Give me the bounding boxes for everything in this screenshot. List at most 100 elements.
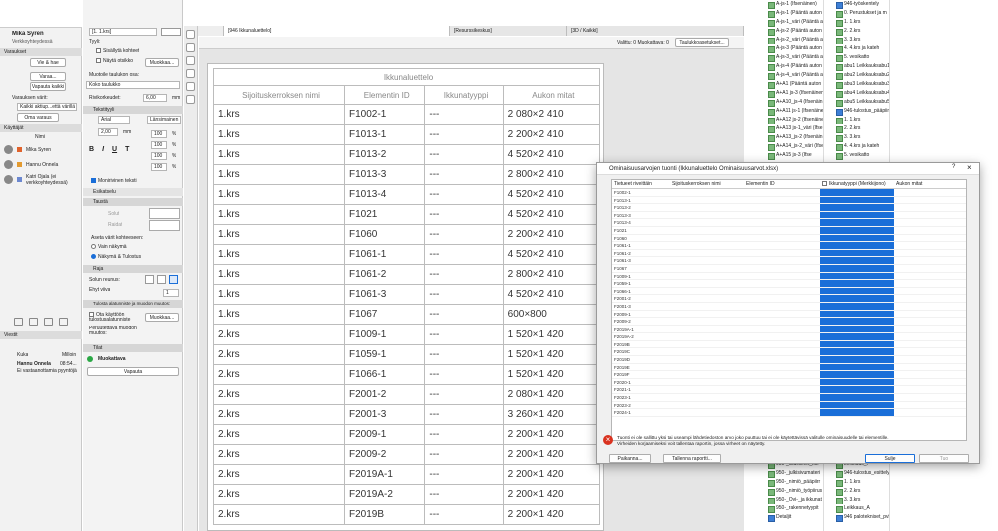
- grid-row[interactable]: F1067: [612, 264, 966, 273]
- grid-cell[interactable]: F2019A-2: [612, 333, 670, 340]
- grid-cell[interactable]: F1013-1: [612, 197, 670, 204]
- grid-cell[interactable]: [894, 212, 964, 219]
- grid-header-cell[interactable]: Tietueet riveittäin: [612, 180, 670, 188]
- own-reservation-button[interactable]: Oma varaus: [17, 113, 59, 122]
- help-icon[interactable]: ?: [952, 164, 955, 170]
- grid-cell[interactable]: F2023-2: [612, 402, 670, 409]
- script-select[interactable]: Länsimainen: [147, 116, 181, 124]
- grid-cell[interactable]: F1067: [612, 265, 670, 272]
- grid-cell[interactable]: F2019C: [612, 348, 670, 355]
- italic-button[interactable]: I: [102, 146, 104, 153]
- table-cell[interactable]: ---: [424, 184, 504, 205]
- table-cell[interactable]: F2009-2: [344, 444, 426, 465]
- grid-cell[interactable]: [820, 196, 894, 204]
- send-message-icon[interactable]: [14, 318, 23, 326]
- grid-cell[interactable]: F2019A-1: [612, 326, 670, 333]
- grid-cell[interactable]: [820, 394, 894, 401]
- grid-cell[interactable]: [744, 326, 820, 333]
- navigator-item[interactable]: 1. 1.krs: [824, 116, 889, 125]
- table-cell[interactable]: ---: [424, 104, 504, 125]
- grid-header-cell[interactable]: Aukon mitat: [894, 180, 964, 188]
- grid-cell[interactable]: [670, 242, 744, 249]
- tab-resource-center[interactable]: [Resurssikeskus]: [450, 26, 567, 36]
- table-cell[interactable]: 2 200×1 420: [502, 504, 601, 525]
- grid-cell[interactable]: [744, 318, 820, 325]
- navigator-item[interactable]: A-js-1 (Ifsenäinen): [756, 0, 823, 9]
- table-cell[interactable]: 4 520×2 410: [502, 284, 601, 305]
- table-row[interactable]: 1.krs F1013-3 --- 2 800×2 410: [212, 164, 601, 185]
- table-cell[interactable]: ---: [424, 264, 504, 285]
- grid-cell[interactable]: [820, 363, 894, 371]
- grid-row[interactable]: F1013-3: [612, 211, 966, 220]
- pan-icon[interactable]: [186, 43, 195, 52]
- grid-row[interactable]: F1060: [612, 234, 966, 243]
- table-row[interactable]: 1.krs F1002-1 --- 2 080×2 410: [212, 104, 601, 125]
- grid-header-cell[interactable]: Sijoituskerroksen nimi: [670, 180, 744, 188]
- table-row[interactable]: 2.krs F2009-1 --- 2 200×1 420: [212, 424, 601, 445]
- row-height-input[interactable]: 6,00: [143, 94, 167, 102]
- navigator-item[interactable]: 950-_Ovi-_ja ikkunat: [756, 496, 823, 505]
- table-row[interactable]: 2.krs F2019A-1 --- 2 200×1 420: [212, 464, 601, 485]
- export-button[interactable]: Vie & hae: [30, 58, 66, 67]
- table-cell[interactable]: 1.krs: [212, 104, 346, 125]
- grid-cell[interactable]: [670, 356, 744, 363]
- table-row[interactable]: 2.krs F2001-2 --- 2 080×1 420: [212, 384, 601, 405]
- table-cell[interactable]: F1009-1: [344, 324, 426, 345]
- grid-row[interactable]: F2019A-2: [612, 333, 966, 341]
- grid-cell[interactable]: [744, 242, 820, 249]
- grid-cell[interactable]: F1021: [612, 227, 670, 234]
- navigator-item[interactable]: A-js-2 (Pääntä auton: [756, 27, 823, 36]
- table-row[interactable]: 2.krs F2019B --- 2 200×1 420: [212, 504, 601, 525]
- schedule-settings-button[interactable]: Taulukkoasetukset...: [675, 38, 729, 47]
- navigator-item[interactable]: 1. 1.krs: [824, 18, 889, 27]
- save-report-button[interactable]: Tallenna raportti...: [663, 454, 721, 463]
- table-cell[interactable]: 2 800×2 410: [502, 264, 601, 285]
- grid-cell[interactable]: [744, 295, 820, 302]
- navigator-item[interactable]: A-js-1_väri (Pääntä a: [756, 18, 823, 27]
- navigator-item[interactable]: abu4 Leikkauksabu4: [824, 89, 889, 98]
- grid-cell[interactable]: [670, 235, 744, 242]
- navigator-item[interactable]: A-js-4 (Pääntä auton: [756, 62, 823, 72]
- grid-row[interactable]: F1013-2: [612, 204, 966, 212]
- frame-section[interactable]: Raja: [83, 265, 183, 273]
- user-row[interactable]: Katri Ojala (ei verkkoyhteydessä): [0, 172, 82, 187]
- navigator-item[interactable]: A-js-2_väri (Pääntä a: [756, 36, 823, 45]
- table-cell[interactable]: 4 520×2 410: [502, 244, 601, 265]
- grid-cell[interactable]: F2009-1: [612, 311, 670, 318]
- modify-footer-button[interactable]: Muokkaa...: [145, 313, 179, 322]
- grid-cell[interactable]: F1060: [612, 235, 670, 242]
- grid-cell[interactable]: [670, 212, 744, 219]
- grid-cell[interactable]: F1061-2: [612, 250, 670, 257]
- grid-cell[interactable]: [820, 219, 894, 226]
- navigator-item[interactable]: A+A15 js-3 (Ifse: [756, 151, 823, 161]
- grid-cell[interactable]: [894, 250, 964, 257]
- grid-cell[interactable]: [670, 326, 744, 333]
- table-cell[interactable]: 2.krs: [212, 344, 346, 365]
- table-row[interactable]: 2.krs F2019A-2 --- 2 200×1 420: [212, 484, 601, 505]
- grid-cell[interactable]: [744, 235, 820, 242]
- grid-cell[interactable]: [894, 348, 964, 355]
- grid-cell[interactable]: [894, 219, 964, 226]
- grid-cell[interactable]: [670, 409, 744, 416]
- table-cell[interactable]: 600×800: [502, 304, 601, 325]
- grid-row[interactable]: F2019E: [612, 363, 966, 372]
- grid-cell[interactable]: [744, 257, 820, 264]
- users-section[interactable]: Käyttäjät: [0, 124, 82, 132]
- navigator-item[interactable]: 2. 2.krs: [824, 124, 889, 134]
- frame-outer-icon[interactable]: [157, 275, 166, 284]
- grid-cell[interactable]: [744, 189, 820, 196]
- locate-button[interactable]: Paikanna...: [609, 454, 651, 463]
- reserve-colors-select[interactable]: Kaikki aktiup...että värillä: [17, 103, 77, 111]
- table-cell[interactable]: 1 520×1 420: [502, 364, 601, 385]
- view-toggle-icon[interactable]: [161, 28, 181, 36]
- grid-cell[interactable]: [820, 280, 894, 287]
- table-row[interactable]: 1.krs F1013-4 --- 4 520×2 410: [212, 184, 601, 205]
- font-select[interactable]: Arial: [98, 116, 130, 124]
- grid-cell[interactable]: F1059-1: [612, 280, 670, 287]
- table-cell[interactable]: F2019A-1: [344, 464, 426, 485]
- table-row[interactable]: 1.krs F1061-3 --- 4 520×2 410: [212, 284, 601, 305]
- grid-cell[interactable]: [894, 235, 964, 242]
- table-cell[interactable]: 2 200×1 420: [502, 424, 601, 445]
- close-icon[interactable]: ×: [967, 163, 972, 172]
- grid-cell[interactable]: [670, 189, 744, 196]
